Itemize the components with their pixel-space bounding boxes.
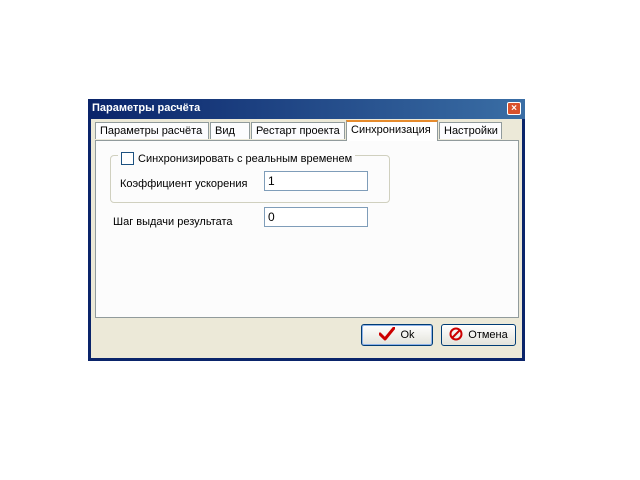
sync-checkbox-label: Синхронизировать с реальным временем	[138, 152, 353, 165]
tab-label: Рестарт проекта	[256, 125, 340, 137]
tab-label: Вид	[215, 125, 235, 137]
checkmark-icon	[378, 326, 396, 344]
dialog-client-area: Параметры расчёта Вид Рестарт проекта Си…	[91, 119, 522, 358]
tab-view[interactable]: Вид	[210, 122, 250, 139]
step-label: Шаг выдачи результата	[113, 216, 233, 228]
cancel-button[interactable]: Отмена	[441, 324, 516, 346]
sync-checkbox[interactable]	[121, 152, 134, 165]
dialog-window: Параметры расчёта × Параметры расчёта Ви…	[88, 99, 525, 361]
no-entry-icon	[449, 327, 463, 344]
tab-calc-params[interactable]: Параметры расчёта	[95, 122, 209, 139]
tab-label: Синхронизация	[351, 124, 431, 136]
tab-settings[interactable]: Настройки	[439, 122, 502, 139]
title-bar[interactable]: Параметры расчёта ×	[88, 99, 525, 119]
tab-label: Параметры расчёта	[100, 125, 203, 137]
accel-label: Коэффициент ускорения	[120, 178, 248, 190]
ok-button[interactable]: Ok	[361, 324, 433, 346]
window-title: Параметры расчёта	[92, 102, 201, 114]
accel-input[interactable]: 1	[264, 171, 368, 191]
cancel-label: Отмена	[468, 329, 508, 341]
tab-label: Настройки	[444, 125, 498, 137]
step-input[interactable]: 0	[264, 207, 368, 227]
close-icon[interactable]: ×	[507, 102, 521, 115]
tab-panel-sync: Синхронизировать с реальным временем Коэ…	[95, 140, 519, 318]
sync-checkbox-row[interactable]: Синхронизировать с реальным временем	[118, 152, 356, 165]
tab-restart[interactable]: Рестарт проекта	[251, 122, 345, 139]
ok-label: Ok	[400, 329, 415, 341]
tab-sync[interactable]: Синхронизация	[346, 120, 438, 141]
